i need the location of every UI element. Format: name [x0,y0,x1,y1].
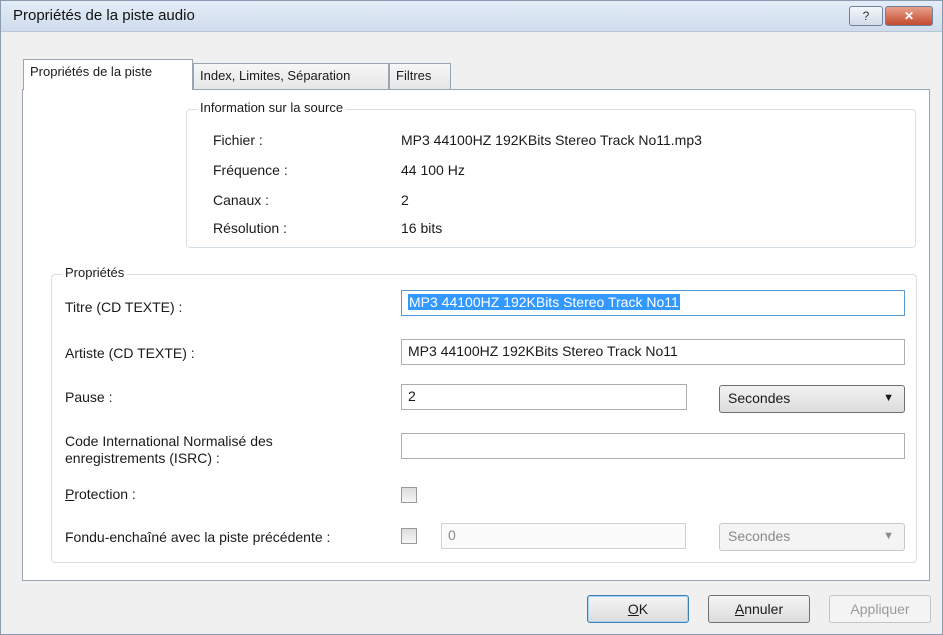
isrc-label: Code International Normalisé des enregis… [65,433,273,467]
protection-checkbox[interactable] [401,487,417,503]
title-label: Titre (CD TEXTE) : [65,299,183,315]
pause-input-value: 2 [408,388,416,404]
close-button[interactable]: ✕ [885,6,933,26]
isrc-label-line1: Code International Normalisé des [65,433,273,449]
close-icon: ✕ [903,9,915,23]
tab-filters[interactable]: Filtres [389,63,451,89]
source-info-group: Information sur la source Fichier : MP3 … [186,100,916,248]
title-bar[interactable]: Propriétés de la piste audio ? ✕ [1,1,942,32]
protection-label: Protection : [65,486,136,502]
frequency-label: Fréquence : [213,162,288,178]
ok-accel: O [627,601,639,617]
crossfade-unit-value: Secondes [728,528,791,544]
window-title: Propriétés de la piste audio [13,7,195,24]
crossfade-checkbox[interactable] [401,528,417,544]
protection-label-accel: P [65,486,75,502]
title-input[interactable]: MP3 44100HZ 192KBits Stereo Track No11 [401,290,905,316]
tab-track-properties[interactable]: Propriétés de la piste [23,59,193,90]
cancel-button[interactable]: Annuler [708,595,810,623]
pause-unit-select[interactable]: Secondes ▼ [719,385,905,413]
crossfade-input[interactable]: 0 [441,523,686,549]
cancel-accel: A [734,601,745,617]
artist-input-value: MP3 44100HZ 192KBits Stereo Track No11 [408,343,678,359]
chevron-down-icon: ▼ [883,392,894,404]
isrc-label-line2: enregistrements (ISRC) : [65,450,220,466]
source-info-title: Information sur la source [197,100,347,115]
properties-group: Propriétés Titre (CD TEXTE) : MP3 44100H… [51,265,917,563]
resolution-label: Résolution : [213,220,287,236]
pause-label: Pause : [65,389,113,405]
help-icon: ? [862,9,870,23]
artist-label: Artiste (CD TEXTE) : [65,345,195,361]
properties-title: Propriétés [62,265,128,280]
channels-label: Canaux : [213,192,270,208]
tab-index-limits[interactable]: Index, Limites, Séparation [193,63,389,89]
protection-label-rest: rotection : [74,486,136,502]
crossfade-unit-select[interactable]: Secondes ▼ [719,523,905,551]
title-input-value: MP3 44100HZ 192KBits Stereo Track No11 [408,294,680,310]
ok-label-rest: K [638,601,649,617]
pause-unit-value: Secondes [728,390,791,406]
apply-button[interactable]: Appliquer [829,595,931,623]
cancel-label-rest: nnuler [744,601,784,617]
tab-panel: Information sur la source Fichier : MP3 … [22,89,930,581]
file-value: MP3 44100HZ 192KBits Stereo Track No11.m… [401,132,702,148]
frequency-value: 44 100 Hz [401,162,465,178]
isrc-input[interactable] [401,433,905,459]
dialog-window: Propriétés de la piste audio ? ✕ Proprié… [0,0,943,635]
artist-input[interactable]: MP3 44100HZ 192KBits Stereo Track No11 [401,339,905,365]
file-label: Fichier : [213,132,263,148]
channels-value: 2 [401,192,409,208]
crossfade-label: Fondu-enchaîné avec la piste précédente … [65,529,331,545]
chevron-down-icon: ▼ [883,530,894,542]
help-button[interactable]: ? [849,6,883,26]
pause-input[interactable]: 2 [401,384,687,410]
crossfade-input-value: 0 [448,527,456,543]
resolution-value: 16 bits [401,220,443,236]
ok-button[interactable]: OK [587,595,689,623]
